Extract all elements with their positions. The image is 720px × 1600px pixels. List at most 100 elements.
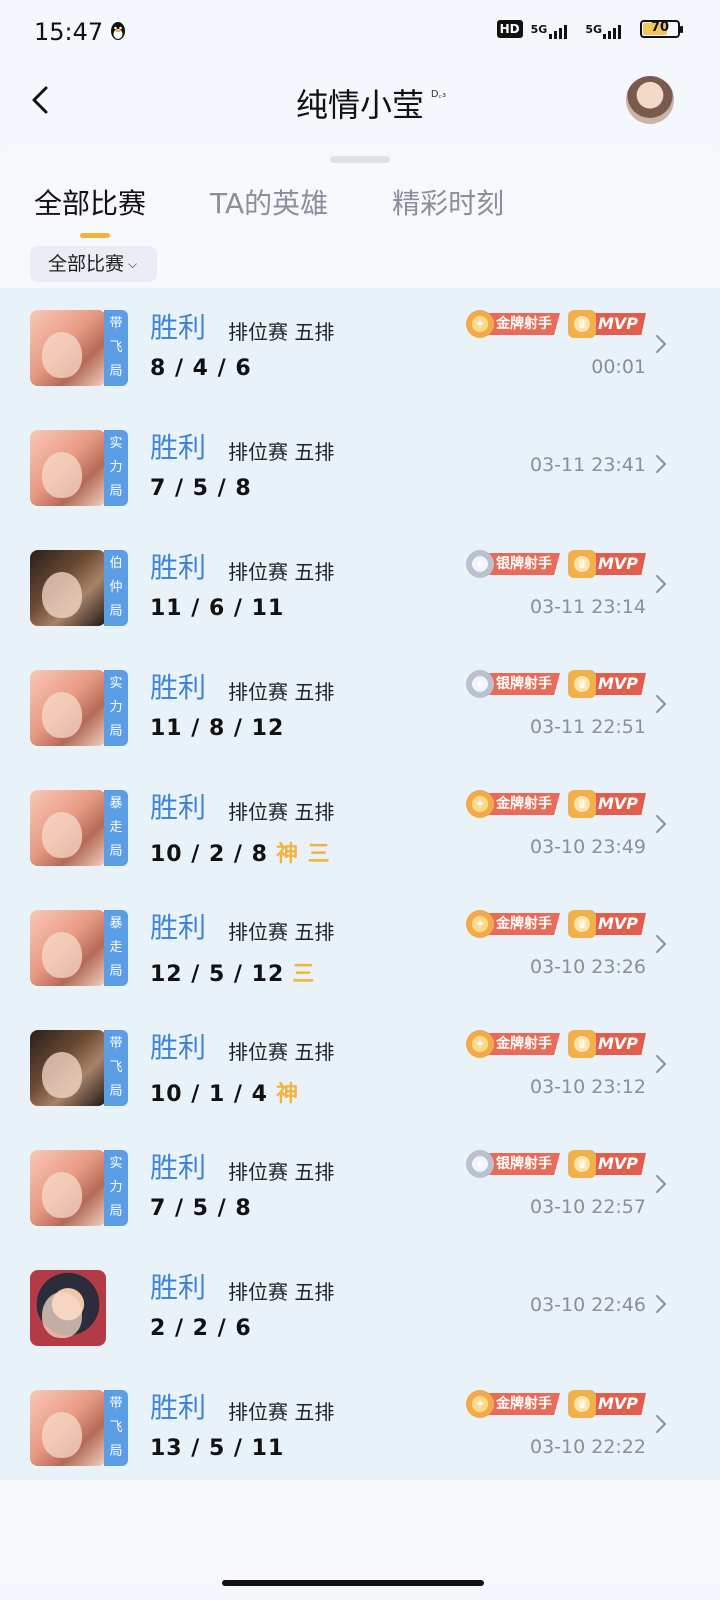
hero-portrait (30, 1270, 106, 1346)
match-type-tag: 带飞局 (104, 310, 128, 386)
match-row[interactable]: 胜利 排位赛 五排 2 / 2 / 6 03-10 22:46 (0, 1248, 720, 1368)
match-row[interactable]: 带飞局胜利 排位赛 五排 8 / 4 / 6 ✦ 金牌射手 ♛ MVP 00:01 (0, 288, 720, 408)
chevron-right-icon (656, 1175, 666, 1193)
kda: 12 / 5 / 12 三 (150, 962, 316, 987)
kda: 7 / 5 / 8 (150, 476, 252, 501)
mvp-badge: ♛ MVP (567, 1390, 646, 1418)
mvp-badge: ♛ MVP (567, 670, 646, 698)
match-time: 03-11 23:41 (529, 454, 646, 476)
kda: 8 / 4 / 6 (150, 356, 252, 381)
badge-group: ✦ 银牌射手 ♛ MVP (465, 1150, 646, 1178)
hd-voice-icon: HD (496, 20, 523, 38)
tab-all-matches[interactable]: 全部比赛 (34, 182, 146, 238)
medal-icon: ✦ (465, 910, 494, 938)
hero-portrait (30, 430, 106, 506)
match-type-tag: 实力局 (104, 1150, 128, 1226)
match-result: 胜利 (150, 911, 207, 944)
trophy-icon: ♛ (567, 550, 596, 578)
achievement-marks: 神 三 (275, 842, 331, 867)
header: 纯情小莹 D꜀₃ (0, 64, 720, 144)
chevron-down-icon: ⌵ (128, 257, 138, 271)
kda: 7 / 5 / 8 (150, 1196, 252, 1221)
match-type-tag: 暴走局 (104, 790, 128, 866)
kda: 10 / 2 / 8神 三 (150, 842, 331, 867)
match-result: 胜利 (150, 551, 207, 584)
mvp-badge: ♛ MVP (567, 1030, 646, 1058)
match-mode: 排位赛 五排 (228, 680, 335, 704)
badge-group: ✦ 金牌射手 ♛ MVP (465, 1030, 646, 1058)
match-time: 03-10 23:26 (529, 956, 646, 978)
tab-highlights[interactable]: 精彩时刻 (392, 182, 504, 222)
match-result: 胜利 (150, 791, 207, 824)
mvp-badge: ♛ MVP (567, 550, 646, 578)
silver-shooter-badge: ✦ 银牌射手 (465, 550, 560, 578)
match-result: 胜利 (150, 431, 207, 464)
gold-shooter-badge: ✦ 金牌射手 (465, 790, 560, 818)
match-mode: 排位赛 五排 (228, 1400, 335, 1424)
match-row[interactable]: 带飞局胜利 排位赛 五排 10 / 1 / 4 神 ✦ 金牌射手 ♛ MVP 03-10 23:… (0, 1008, 720, 1128)
match-row[interactable]: 实力局胜利 排位赛 五排 7 / 5 / 8 03-11 23:41 (0, 408, 720, 528)
rank-mark: D꜀₃ (430, 89, 446, 100)
match-type-tag: 伯仲局 (104, 550, 128, 626)
medal-icon: ✦ (465, 670, 494, 698)
match-row[interactable]: 实力局胜利 排位赛 五排 7 / 5 / 8 ✦ 银牌射手 ♛ MVP 03-10 22:57 (0, 1128, 720, 1248)
chevron-right-icon (656, 1295, 666, 1313)
avatar[interactable] (626, 76, 674, 124)
match-history-sheet: 全部比赛 TA的英雄 精彩时刻 全部比赛 ⌵ 带飞局胜利 排位赛 五排 8 / 4 /… (0, 142, 720, 1582)
trophy-icon: ♛ (567, 670, 596, 698)
hero-portrait (30, 670, 106, 746)
kda: 10 / 1 / 4神 (150, 1082, 299, 1107)
hero-portrait (30, 310, 106, 386)
match-filter-dropdown[interactable]: 全部比赛 ⌵ (30, 246, 158, 282)
trophy-icon: ♛ (567, 310, 596, 338)
medal-icon: ✦ (465, 1030, 494, 1058)
match-time: 03-10 23:49 (529, 836, 646, 858)
match-row[interactable]: 暴走局胜利 排位赛 五排 12 / 5 / 12 三 ✦ 金牌射手 ♛ MVP 03-10 23… (0, 888, 720, 1008)
match-mode: 排位赛 五排 (228, 920, 335, 944)
match-result: 胜利 (150, 1031, 207, 1064)
hero-portrait (30, 1030, 106, 1106)
chevron-right-icon (656, 935, 666, 953)
medal-icon: ✦ (465, 1390, 494, 1418)
sheet-grabber[interactable] (330, 156, 390, 163)
trophy-icon: ♛ (567, 910, 596, 938)
match-time: 03-11 22:51 (529, 716, 646, 738)
badge-group: ✦ 银牌射手 ♛ MVP (465, 550, 646, 578)
mvp-badge: ♛ MVP (567, 790, 646, 818)
silver-shooter-badge: ✦ 银牌射手 (465, 1150, 560, 1178)
qq-penguin-icon (111, 22, 125, 40)
match-mode: 排位赛 五排 (228, 560, 335, 584)
hero-portrait (30, 1390, 106, 1466)
match-result: 胜利 (150, 671, 207, 704)
match-type-tag: 带飞局 (104, 1030, 128, 1106)
achievement-marks: 神 (275, 1082, 299, 1107)
chevron-right-icon (656, 695, 666, 713)
hero-portrait (30, 550, 106, 626)
match-row[interactable]: 带飞局胜利 排位赛 五排 13 / 5 / 11 ✦ 金牌射手 ♛ MVP 03-10 22:… (0, 1368, 720, 1488)
match-time: 03-10 22:22 (529, 1436, 646, 1458)
page-title: 纯情小莹 D꜀₃ (0, 80, 720, 126)
chevron-right-icon (656, 1055, 666, 1073)
match-time: 03-10 23:12 (529, 1076, 646, 1098)
home-indicator[interactable] (222, 1580, 484, 1586)
chevron-right-icon (656, 575, 666, 593)
match-row[interactable]: 实力局胜利 排位赛 五排 11 / 8 / 12 ✦ 银牌射手 ♛ MVP 03-11 22:… (0, 648, 720, 768)
status-bar: 15:47 HD 5G 5G 70 (0, 0, 720, 64)
badge-group: ✦ 金牌射手 ♛ MVP (465, 910, 646, 938)
medal-icon: ✦ (465, 790, 494, 818)
trophy-icon: ♛ (567, 1390, 596, 1418)
kda: 13 / 5 / 11 (150, 1436, 285, 1461)
battery-level: 70 (650, 20, 670, 35)
match-mode: 排位赛 五排 (228, 800, 335, 824)
gold-shooter-badge: ✦ 金牌射手 (465, 1030, 560, 1058)
match-row[interactable]: 暴走局胜利 排位赛 五排 10 / 2 / 8神 三 ✦ 金牌射手 ♛ MVP 03-10 2… (0, 768, 720, 888)
match-row[interactable]: 伯仲局胜利 排位赛 五排 11 / 6 / 11 ✦ 银牌射手 ♛ MVP 03-11 23:… (0, 528, 720, 648)
medal-icon: ✦ (465, 1150, 494, 1178)
match-time: 03-10 22:46 (529, 1294, 646, 1316)
kda: 11 / 6 / 11 (150, 596, 285, 621)
battery-icon: 70 (640, 20, 683, 38)
tab-bar: 全部比赛 TA的英雄 精彩时刻 (34, 182, 504, 238)
match-type-tag: 带飞局 (104, 1390, 128, 1466)
tab-heroes[interactable]: TA的英雄 (210, 182, 328, 222)
mvp-badge: ♛ MVP (567, 910, 646, 938)
